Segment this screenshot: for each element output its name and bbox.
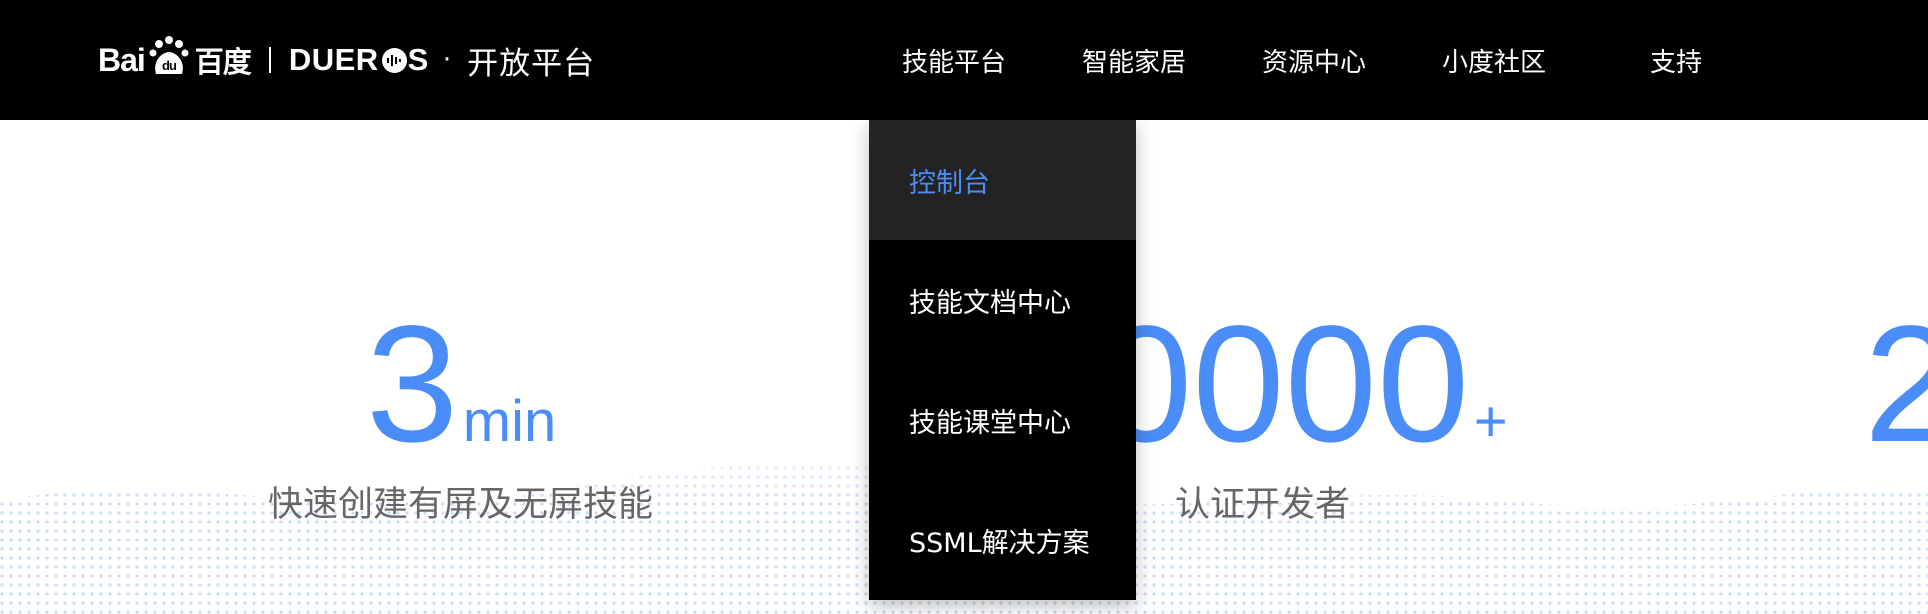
nav-smart-home[interactable]: 智能家居 bbox=[1082, 0, 1186, 120]
stat-value: 0000 bbox=[1100, 292, 1470, 477]
dropdown-item-console[interactable]: 控制台 bbox=[869, 120, 1136, 240]
nav-community[interactable]: 小度社区 bbox=[1442, 0, 1546, 120]
open-platform-title: 开放平台 bbox=[467, 45, 596, 82]
dropdown-item-ssml-solution[interactable]: SSML解决方案 bbox=[869, 480, 1136, 600]
dueros-o-icon bbox=[381, 47, 407, 73]
top-navigation-bar: Bai du 百度 DUER S · 开放平台 技能平台 智能家居 资源中心 小… bbox=[0, 0, 1928, 120]
stat-value-row: 3 min bbox=[366, 302, 556, 468]
dueros-logo-s: S bbox=[407, 42, 429, 77]
svg-text:du: du bbox=[162, 58, 177, 73]
skill-platform-dropdown-menu: 控制台 技能文档中心 技能课堂中心 SSML解决方案 bbox=[869, 120, 1136, 600]
dropdown-item-skill-docs[interactable]: 技能文档中心 bbox=[869, 240, 1136, 360]
stat-value-row: 0000 + bbox=[1100, 302, 1508, 468]
dueros-logo-text: DUER bbox=[288, 42, 379, 77]
stat-label: 快速创建有屏及无屏技能 bbox=[268, 485, 654, 525]
stat-value: 3 bbox=[366, 292, 459, 477]
dueros-logo: DUER S bbox=[289, 42, 429, 78]
nav-resource-center[interactable]: 资源中心 bbox=[1262, 0, 1366, 120]
stat-unit: min bbox=[462, 389, 557, 454]
baidu-logo: Bai du 百度 bbox=[98, 36, 252, 82]
logo-divider bbox=[268, 47, 271, 73]
baidu-logo-chinese: 百度 bbox=[194, 47, 252, 79]
baidu-paw-icon: du bbox=[147, 34, 191, 78]
baidu-logo-text: Bai bbox=[98, 41, 146, 78]
dropdown-item-skill-classroom[interactable]: 技能课堂中心 bbox=[869, 360, 1136, 480]
brand-logo[interactable]: Bai du 百度 DUER S · 开放平台 bbox=[98, 0, 595, 120]
nav-skill-platform[interactable]: 技能平台 bbox=[902, 0, 1006, 120]
stat-unit: + bbox=[1473, 389, 1508, 454]
logo-dot: · bbox=[442, 45, 452, 75]
nav-support[interactable]: 支持 bbox=[1650, 0, 1702, 120]
stat-value: 2 bbox=[1864, 292, 1928, 477]
stat-label: 认证开发者 bbox=[1175, 485, 1351, 525]
stat-value-row: 2 bbox=[1864, 302, 1928, 468]
